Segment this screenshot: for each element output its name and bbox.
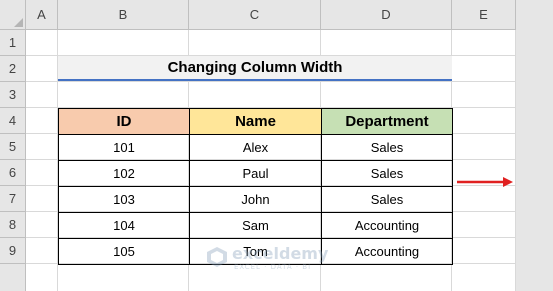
column-header-d[interactable]: D [321,0,452,30]
cell-department[interactable]: Sales [321,160,453,187]
row-header-6[interactable]: 6 [0,160,26,186]
column-header-e[interactable]: E [452,0,516,30]
gridline [515,30,516,291]
header-cell-name[interactable]: Name [189,108,322,135]
cell-name[interactable]: Alex [189,134,322,161]
row-header-7[interactable]: 7 [0,186,26,212]
table-row: 104 Sam Accounting [58,212,453,239]
right-arrow-icon [457,177,513,187]
row-header-1[interactable]: 1 [0,30,26,56]
row-header-9[interactable]: 9 [0,238,26,264]
cell-department[interactable]: Accounting [321,212,453,239]
worksheet: A B C D E 1 2 3 4 5 6 7 8 9 Changing Col… [0,0,516,291]
gridline [26,81,516,82]
select-all-triangle-icon [14,18,23,27]
table-row: 102 Paul Sales [58,160,453,187]
header-cell-department[interactable]: Department [321,108,453,135]
exceldemy-logo-icon [207,247,227,267]
watermark-tagline: EXCEL · DATA · BI [234,263,312,271]
sheet-title-cell[interactable]: Changing Column Width [58,56,452,81]
cell-name[interactable]: Sam [189,212,322,239]
data-table: ID Name Department 101 Alex Sales 102 Pa… [58,108,453,265]
column-header-b[interactable]: B [58,0,189,30]
table-header-row: ID Name Department [58,108,453,135]
column-header-c[interactable]: C [189,0,321,30]
table-row: 101 Alex Sales [58,134,453,161]
row-header-8[interactable]: 8 [0,212,26,238]
cell-id[interactable]: 103 [58,186,190,213]
row-header-3[interactable]: 3 [0,82,26,108]
cell-department[interactable]: Sales [321,186,453,213]
cell-id[interactable]: 101 [58,134,190,161]
row-header-5[interactable]: 5 [0,134,26,160]
row-header-2[interactable]: 2 [0,56,26,82]
column-header-a[interactable]: A [26,0,58,30]
select-all-corner[interactable] [0,0,26,30]
cell-id[interactable]: 104 [58,212,190,239]
cell-id[interactable]: 102 [58,160,190,187]
row-header-10 [0,264,26,291]
cell-name[interactable]: John [189,186,322,213]
row-header-4[interactable]: 4 [0,108,26,134]
header-cell-id[interactable]: ID [58,108,190,135]
cell-name[interactable]: Paul [189,160,322,187]
cell-id[interactable]: 105 [58,238,190,265]
table-row: 103 John Sales [58,186,453,213]
watermark-name: exceldemy [232,244,329,263]
exceldemy-watermark: exceldemy EXCEL · DATA · BI [206,244,356,274]
cell-department[interactable]: Sales [321,134,453,161]
